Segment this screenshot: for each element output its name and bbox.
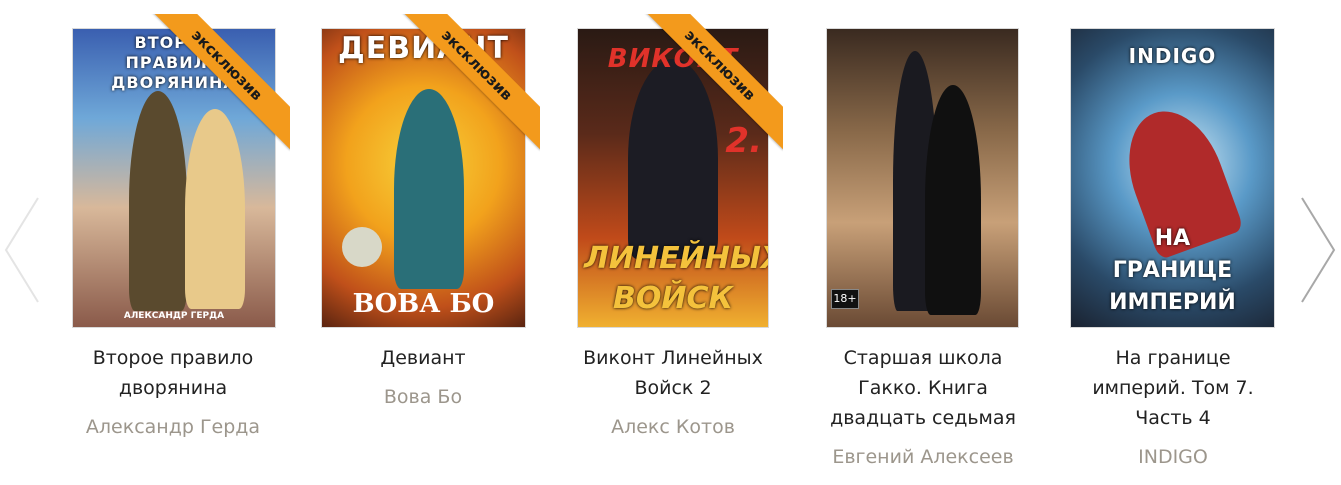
book-cover[interactable]: 18+	[826, 28, 1019, 328]
book-author[interactable]: Вова Бо	[308, 382, 538, 412]
cover-subtitle-text: НА ГРАНИЦЕ ИМПЕРИЙ	[1109, 226, 1236, 315]
exclusive-badge: эксклюзив	[400, 14, 540, 150]
exclusive-ribbon: эксклюзив	[150, 14, 290, 154]
book-card[interactable]: ДЕВИАНТ ВОВА БО эксклюзив Девиант Вова Б…	[308, 0, 540, 485]
book-author[interactable]: Евгений Алексеев	[808, 442, 1038, 472]
exclusive-badge: эксклюзив	[150, 14, 290, 150]
cover-subtitle-text: ЛИНЕЙНЫХ ВОЙСК	[584, 241, 769, 316]
book-author[interactable]: INDIGO	[1058, 442, 1288, 472]
cover-figure	[342, 227, 382, 267]
carousel-next-button[interactable]	[1296, 190, 1340, 310]
chevron-right-icon	[1301, 197, 1336, 303]
cover-title-text: INDIGO	[1128, 44, 1217, 68]
exclusive-ribbon: эксклюзив	[643, 14, 783, 154]
book-card[interactable]: ВИКОНТ 2. ЛИНЕЙНЫХ ВОЙСК эксклюзив Викон…	[558, 0, 788, 485]
book-card[interactable]: ВТОРОЕ ПРАВИЛО ДВОРЯНИНА АЛЕКСАНДР ГЕРДА…	[58, 0, 290, 485]
book-cover[interactable]: INDIGO НА ГРАНИЦЕ ИМПЕРИЙ	[1070, 28, 1275, 328]
book-title[interactable]: Второе правило дворянина	[58, 343, 288, 403]
chevron-left-icon	[4, 197, 39, 303]
book-cover[interactable]: ВТОРОЕ ПРАВИЛО ДВОРЯНИНА АЛЕКСАНДР ГЕРДА…	[72, 14, 290, 328]
book-title[interactable]: Виконт Линейных Войск 2	[558, 343, 788, 403]
cover-author-text: АЛЕКСАНДР ГЕРДА	[123, 311, 225, 321]
book-carousel: ВТОРОЕ ПРАВИЛО ДВОРЯНИНА АЛЕКСАНДР ГЕРДА…	[0, 0, 1341, 485]
book-author[interactable]: Алекс Котов	[558, 412, 788, 442]
exclusive-badge: эксклюзив	[643, 14, 783, 150]
cover-figure	[925, 85, 981, 315]
cover-image: 18+	[826, 28, 1019, 328]
age-rating-badge: 18+	[831, 289, 859, 309]
carousel-prev-button[interactable]	[0, 190, 44, 310]
cover-author-text: ВОВА БО	[352, 289, 495, 319]
exclusive-ribbon: эксклюзив	[400, 14, 540, 154]
book-author[interactable]: Александр Герда	[58, 412, 288, 442]
book-title[interactable]: На границе империй. Том 7. Часть 4	[1058, 343, 1288, 433]
book-cover[interactable]: ДЕВИАНТ ВОВА БО эксклюзив	[321, 14, 540, 328]
book-title[interactable]: Старшая школа Гакко. Книга двадцать седь…	[808, 343, 1038, 433]
cover-image: INDIGO НА ГРАНИЦЕ ИМПЕРИЙ	[1070, 28, 1275, 328]
book-cover[interactable]: ВИКОНТ 2. ЛИНЕЙНЫХ ВОЙСК эксклюзив	[577, 14, 783, 328]
book-card[interactable]: INDIGO НА ГРАНИЦЕ ИМПЕРИЙ На границе имп…	[1058, 0, 1288, 485]
book-title[interactable]: Девиант	[308, 343, 538, 373]
book-card[interactable]: 18+ Старшая школа Гакко. Книга двадцать …	[808, 0, 1038, 485]
